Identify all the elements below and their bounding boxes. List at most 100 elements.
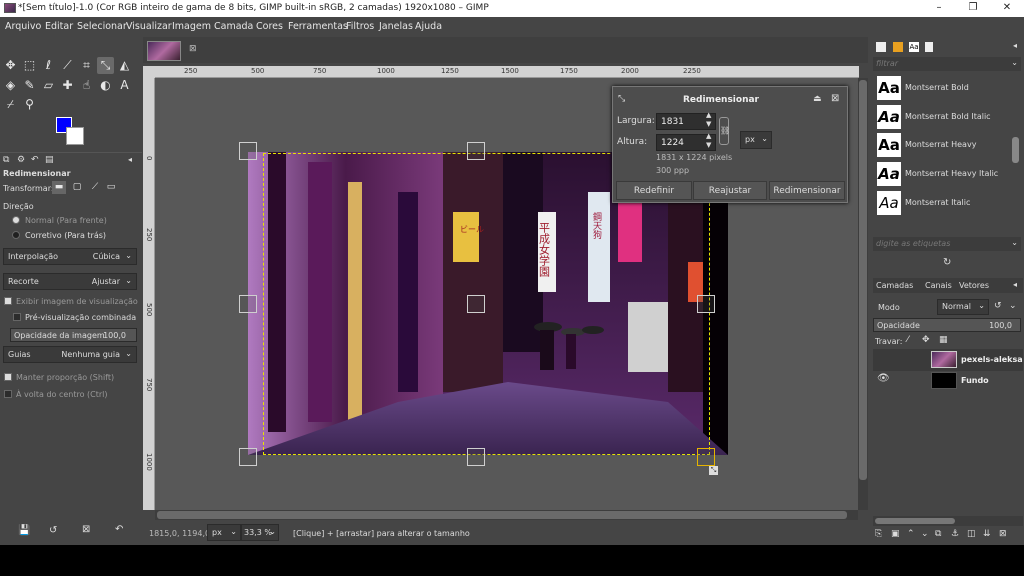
- menu-ferramentas[interactable]: Ferramentas: [288, 21, 348, 32]
- maximize-button[interactable]: ❐: [956, 0, 990, 17]
- layers-scroll-thumb[interactable]: [875, 518, 955, 524]
- menu-ajuda[interactable]: Ajuda: [415, 21, 442, 32]
- menu-cores[interactable]: Cores: [256, 21, 283, 32]
- height-spin-up-icon[interactable]: ▲: [706, 132, 711, 140]
- tab-canais[interactable]: Canais: [925, 281, 952, 290]
- delete-layer-icon[interactable]: ⊠: [999, 529, 1007, 539]
- transform-selection-icon[interactable]: ▢: [70, 181, 84, 194]
- font-filter-input[interactable]: filtrar ⌄: [873, 57, 1021, 71]
- interpolation-select[interactable]: Interpolação Cúbica ⌄: [3, 248, 137, 265]
- merge-icon[interactable]: ⇊: [983, 529, 991, 539]
- heal-icon[interactable]: ✚: [59, 77, 76, 94]
- layer-row[interactable]: pexels-aleksa: [873, 349, 1023, 371]
- menu-janelas[interactable]: Janelas: [379, 21, 413, 32]
- direction-corrective-radio[interactable]: [12, 231, 20, 239]
- font-tags-input[interactable]: digite as etiquetas ⌄: [873, 237, 1021, 251]
- menu-visualizar[interactable]: Visualizar: [126, 21, 172, 32]
- reset-button[interactable]: Redefinir: [616, 181, 692, 200]
- clipping-select[interactable]: Recorte Ajustar ⌄: [3, 273, 137, 290]
- fonts-tab-icon[interactable]: Aa: [909, 42, 919, 52]
- panel-menu-icon[interactable]: ◂: [1013, 41, 1017, 50]
- scale-handle-tl[interactable]: [239, 142, 257, 160]
- move-tool-icon[interactable]: ✥: [2, 57, 19, 74]
- brushes-tab-icon[interactable]: [876, 42, 886, 52]
- around-center-checkbox[interactable]: [4, 390, 12, 398]
- save-options-icon[interactable]: 💾: [18, 525, 30, 536]
- tool-options-tab-icon[interactable]: ⧉: [3, 155, 9, 165]
- layers-hscrollbar[interactable]: [873, 516, 1023, 526]
- lock-alpha-icon[interactable]: ▦: [939, 335, 948, 345]
- dodge-icon[interactable]: ◐: [97, 77, 114, 94]
- image-opacity-slider[interactable]: Opacidade da imagem 100,0: [10, 328, 137, 342]
- unit-select[interactable]: px ⌄: [740, 131, 772, 149]
- scale-handle-center[interactable]: [467, 295, 485, 313]
- menu-filtros[interactable]: Filtros: [346, 21, 374, 32]
- vertical-scrollbar[interactable]: [858, 78, 868, 510]
- width-spin-up-icon[interactable]: ▲: [706, 111, 711, 119]
- chevron-down-icon[interactable]: ⌄: [1009, 301, 1017, 311]
- mask-icon[interactable]: ◫: [967, 529, 976, 539]
- color-picker-icon[interactable]: ⌿: [2, 96, 19, 113]
- delete-options-icon[interactable]: ⊠: [82, 524, 90, 535]
- device-status-tab-icon[interactable]: ⚙: [17, 155, 25, 165]
- chain-link-icon[interactable]: ⛓: [719, 117, 730, 145]
- scale-handle-left[interactable]: [239, 295, 257, 313]
- panel-menu-icon[interactable]: ◂: [1013, 280, 1017, 289]
- dialog-menu-icon[interactable]: ⏏: [813, 94, 822, 104]
- layer-name[interactable]: Fundo: [961, 376, 989, 385]
- horizontal-scrollbar[interactable]: [155, 510, 858, 520]
- font-item[interactable]: Aa Montserrat Bold: [875, 75, 1013, 101]
- image-tab-thumbnail[interactable]: [147, 41, 181, 61]
- composited-preview-checkbox[interactable]: [13, 313, 21, 321]
- font-item[interactable]: Aa Montserrat Bold Italic: [875, 104, 1013, 130]
- panel-menu-icon[interactable]: ◂: [128, 155, 132, 164]
- layer-mode-select[interactable]: Normal ⌄: [937, 299, 989, 315]
- fuzzy-select-icon[interactable]: ⟋: [59, 57, 76, 74]
- lower-layer-icon[interactable]: ⌄: [921, 529, 929, 539]
- scale-handle-br[interactable]: [697, 448, 715, 466]
- close-tab-icon[interactable]: ⊠: [189, 44, 197, 54]
- layer-name[interactable]: pexels-aleksa: [961, 355, 1023, 364]
- rect-select-icon[interactable]: ⬚: [21, 57, 38, 74]
- paintbrush-icon[interactable]: ✎: [21, 77, 38, 94]
- status-unit-select[interactable]: px ⌄: [207, 524, 241, 541]
- transform-path-icon[interactable]: ⟋: [88, 181, 102, 194]
- restore-options-icon[interactable]: ↺: [49, 525, 57, 536]
- menu-camada[interactable]: Camada: [214, 21, 253, 32]
- font-item[interactable]: Aa Montserrat Heavy Italic: [875, 161, 1013, 187]
- scale-handle-top[interactable]: [467, 142, 485, 160]
- anchor-layer-icon[interactable]: ⚓: [951, 529, 959, 539]
- visibility-off-icon[interactable]: [877, 354, 889, 364]
- lock-position-icon[interactable]: ✥: [922, 335, 930, 345]
- menu-arquivo[interactable]: Arquivo: [5, 21, 41, 32]
- scale-handle-bottom[interactable]: [467, 448, 485, 466]
- scale-handle-right[interactable]: [697, 295, 715, 313]
- font-item[interactable]: Aa Montserrat Italic: [875, 190, 1013, 216]
- vertical-ruler[interactable]: 0 250 500 750 1000: [143, 78, 155, 510]
- new-layer-icon[interactable]: ⎘: [875, 529, 882, 539]
- scale-button[interactable]: Redimensionar: [769, 181, 845, 200]
- text-tool-icon[interactable]: A: [116, 77, 133, 94]
- tab-camadas[interactable]: Camadas: [876, 281, 913, 290]
- background-color-swatch[interactable]: [66, 127, 84, 145]
- mode-reset-icon[interactable]: ↺: [994, 301, 1002, 311]
- transform-image-icon[interactable]: ▭: [104, 181, 118, 194]
- transform-layer-icon[interactable]: ▬: [52, 181, 66, 194]
- readjust-button[interactable]: Reajustar: [693, 181, 767, 200]
- new-group-icon[interactable]: ▣: [891, 529, 900, 539]
- font-item[interactable]: Aa Montserrat Heavy: [875, 132, 1013, 158]
- raise-layer-icon[interactable]: ⌃: [907, 529, 915, 539]
- menu-imagem[interactable]: Imagem: [172, 21, 211, 32]
- direction-normal-radio[interactable]: [12, 216, 20, 224]
- duplicate-layer-icon[interactable]: ⧉: [935, 529, 941, 539]
- eraser-icon[interactable]: ▱: [40, 77, 57, 94]
- crop-icon[interactable]: ⌗: [78, 57, 95, 74]
- width-spin-down-icon[interactable]: ▼: [706, 120, 711, 128]
- height-spin-down-icon[interactable]: ▼: [706, 141, 711, 149]
- refresh-fonts-icon[interactable]: ↻: [943, 257, 951, 268]
- layer-opacity-slider[interactable]: Opacidade 100,0: [873, 318, 1021, 332]
- show-preview-checkbox[interactable]: [4, 297, 12, 305]
- dialog-close-icon[interactable]: ⊠: [831, 93, 839, 104]
- patterns-tab-icon[interactable]: [893, 42, 903, 52]
- layer-row[interactable]: 👁 Fundo: [873, 370, 1023, 392]
